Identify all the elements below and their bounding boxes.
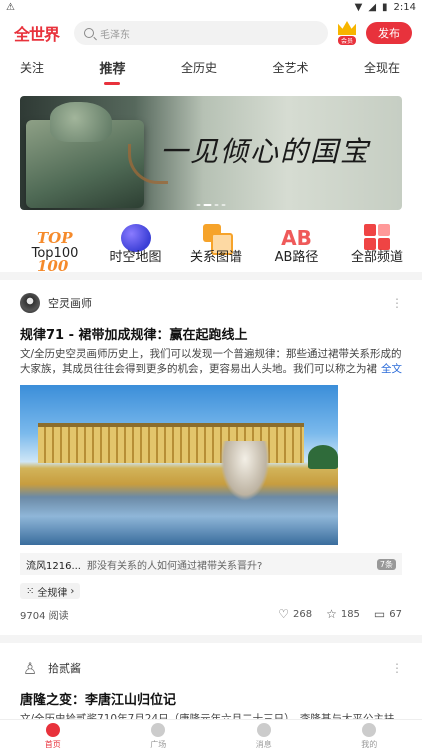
post-summary[interactable]: 文/全历史空灵画师历史上，我们可以发现一个普遍规律：那些通过裙带关系形成的大家族… [20,347,402,377]
shirt-avatar-icon[interactable]: ♙ [20,658,40,678]
search-icon [84,28,94,38]
post-stats: 9704 阅读 ♡ 268 ☆ 185 ▭ 67 [20,599,402,629]
carousel-dot [196,204,201,206]
app-header: 全世界 毛泽东 会员 发布 [0,16,422,50]
quick-link-label: 全部频道 [350,250,403,265]
user-icon [362,723,377,737]
author-name[interactable]: 空灵画师 [48,295,383,311]
section-divider [0,635,422,643]
tab-art[interactable]: 全艺术 [272,59,308,80]
vip-button[interactable]: 会员 [336,21,358,45]
avatar[interactable] [20,293,40,313]
search-placeholder: 毛泽东 [100,29,130,41]
app-logo[interactable]: 全世界 [14,19,66,47]
post-title[interactable]: 规律71 - 裙带加成规律：赢在起跑线上 [20,324,402,343]
author-name[interactable]: 拾贰酱 [48,660,383,676]
quick-links: TOP 100 Top100 时空地图 关系图谱 AB AB路径 全部频道 [0,224,422,275]
home-icon [45,723,60,737]
nav-messages[interactable]: 消息 [234,723,294,750]
signal-icon: ◢ [368,1,377,13]
comment-count: 67 [389,608,402,620]
post-summary-text: 文/全历史空灵画师历史上，我们可以发现一个普遍规律：那些通过裙带关系形成的大家族… [20,348,402,375]
nav-label: 我的 [361,740,378,749]
quick-link-label: 关系图谱 [189,250,242,265]
banner-title: 一见倾心的国宝 [160,135,371,168]
battery-icon: ▮ [382,1,388,13]
carousel-dot [221,204,226,206]
status-bar: ⚠ ▼ ◢ ▮ 2:14 [0,0,422,14]
heart-icon: ♡ [278,607,289,621]
tree-image [308,445,338,469]
quick-link-all-channels[interactable]: 全部频道 [342,224,412,266]
tag-grid-icon: ⁙ [26,585,35,597]
post-image[interactable] [20,385,338,545]
top-comment[interactable]: 流风1216... 那没有关系的人如何通过裙带关系晋升? 7条 [20,553,402,575]
channel-tabs: 关注 推荐 全历史 全艺术 全现在 [0,50,422,88]
quick-link-relation[interactable]: 关系图谱 [181,224,251,266]
comment-text: 那没有关系的人如何通过裙带关系晋升? [87,560,263,572]
post-title[interactable]: 唐隆之变：李唐江山归位记 [20,689,402,708]
vip-badge: 会员 [337,36,356,45]
quick-link-top100[interactable]: TOP 100 Top100 [20,224,90,275]
tab-follow[interactable]: 关注 [20,59,44,80]
quick-link-label: Top100 [31,246,79,261]
carousel-dot [214,204,219,206]
quick-link-label: AB路径 [274,250,319,265]
nav-home[interactable]: 首页 [23,723,83,750]
wifi-icon: ▼ [354,1,363,13]
search-input[interactable]: 毛泽东 [74,21,328,45]
favorite-count: 185 [340,608,360,620]
read-count: 9704 阅读 [20,610,69,622]
more-options-icon[interactable]: ⋮ [391,296,403,310]
publish-button[interactable]: 发布 [366,22,412,44]
comment-author: 流风1216... [26,560,81,572]
quick-link-map[interactable]: 时空地图 [101,224,171,266]
bell-icon [256,723,271,737]
warning-icon: ⚠ [6,1,15,13]
like-count: 268 [292,608,313,620]
nav-profile[interactable]: 我的 [339,723,399,750]
tab-history[interactable]: 全历史 [181,59,217,80]
nav-label: 首页 [44,740,61,749]
post-author[interactable]: ♙ 拾贰酱 ⋮ [20,657,403,679]
tab-recommend[interactable]: 推荐 [99,58,125,81]
carousel-indicator [196,204,226,206]
banner-carousel[interactable]: 一见倾心的国宝 [20,96,402,210]
nav-plaza[interactable]: 广场 [128,723,188,750]
bottom-navigation: 首页 广场 消息 我的 [0,719,422,753]
crown-icon [338,21,356,35]
post-author[interactable]: 空灵画师 ⋮ [20,292,403,314]
seal-knob-image [50,102,112,142]
more-options-icon[interactable]: ⋮ [391,661,403,675]
quick-link-label: 时空地图 [109,250,162,265]
feed-post[interactable]: 空灵画师 ⋮ 规律71 - 裙带加成规律：赢在起跑线上 文/全历史空灵画师历史上… [0,280,422,629]
carousel-dot-active [203,204,212,206]
full-text-link[interactable]: 全文 [377,362,402,377]
comment-icon: ▭ [373,607,386,621]
status-time: 2:14 [393,1,416,13]
comment-button[interactable]: ▭ 67 [374,607,402,621]
comment-count-badge: 7条 [376,558,396,570]
tab-now[interactable]: 全现在 [364,59,400,80]
quick-link-ab-path[interactable]: AB AB路径 [262,224,332,266]
nav-label: 消息 [255,740,272,749]
planet-icon [151,723,166,737]
favorite-button[interactable]: ☆ 185 [326,607,360,621]
like-button[interactable]: ♡ 268 [278,607,312,621]
topic-tag-label: 全规律 [37,587,68,599]
topic-tag[interactable]: ⁙ 全规律 › [20,583,81,599]
star-icon: ☆ [326,607,337,621]
nav-label: 广场 [150,740,167,749]
fountain-image [220,441,270,501]
chevron-right-icon: › [70,585,75,597]
